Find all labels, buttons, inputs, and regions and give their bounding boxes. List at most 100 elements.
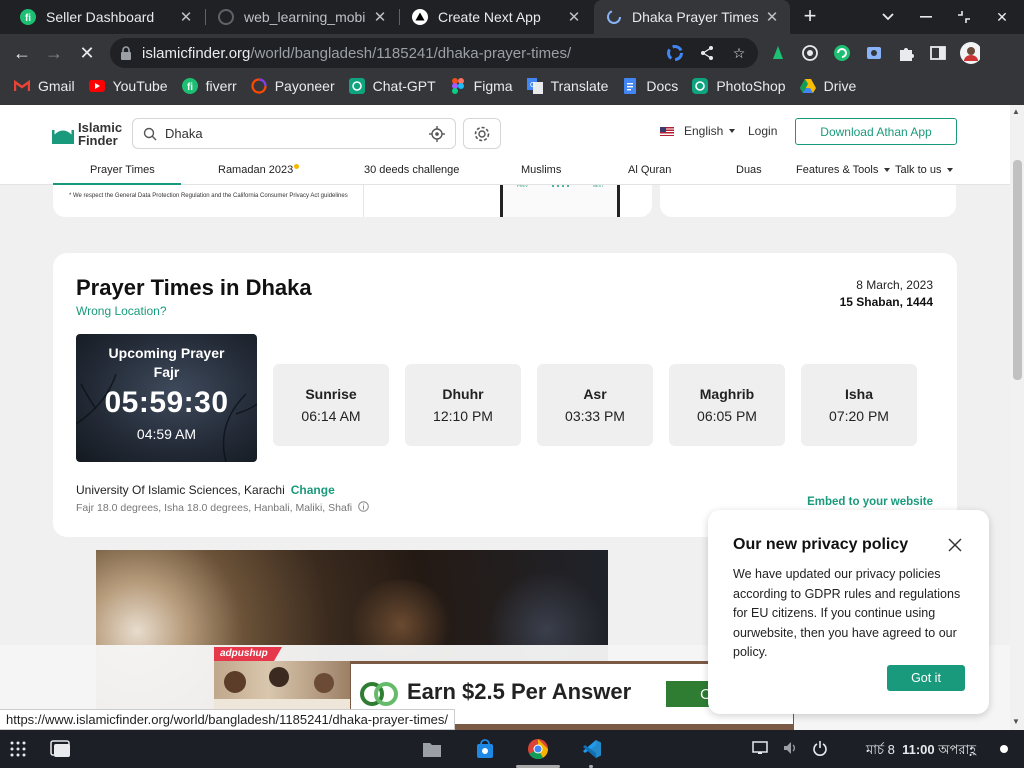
google-lens-icon[interactable] <box>666 44 684 62</box>
language-label: English <box>684 124 724 138</box>
caret-down-icon <box>947 168 954 173</box>
scroll-up-arrow[interactable]: ▲ <box>1012 107 1020 116</box>
close-icon[interactable] <box>946 536 964 554</box>
tab-title: Seller Dashboard <box>46 9 155 25</box>
close-tab-icon[interactable]: ✕ <box>372 8 388 26</box>
language-selector[interactable]: English <box>660 124 736 138</box>
tab-search-button[interactable] <box>870 0 906 34</box>
files-app-icon[interactable] <box>420 737 444 761</box>
login-link[interactable]: Login <box>748 124 777 138</box>
bookmark-docs[interactable]: Docs <box>622 78 678 94</box>
url-text: islamicfinder.org/world/bangladesh/11852… <box>142 45 571 62</box>
close-tab-icon[interactable]: ✕ <box>178 8 194 26</box>
nav-muslims[interactable]: Muslims <box>521 164 561 176</box>
new-tab-button[interactable]: + <box>798 5 822 29</box>
page-scrollbar[interactable]: ▲ ▼ <box>1010 105 1024 730</box>
prayer-time-dhuhr: Dhuhr 12:10 PM <box>405 364 521 446</box>
bookmark-fiverr[interactable]: fi fiverr <box>181 78 237 94</box>
forward-button[interactable]: → <box>42 41 66 65</box>
stop-loading-button[interactable]: ✕ <box>75 41 99 65</box>
vscode-app-icon[interactable] <box>580 737 604 761</box>
screen-capture-icon[interactable] <box>752 740 768 761</box>
nav-prayer-times[interactable]: Prayer Times <box>90 164 155 176</box>
upcoming-prayer-time: 04:59 AM <box>136 426 197 442</box>
location-search[interactable] <box>132 118 456 149</box>
upcoming-prayer-label: Upcoming Prayer <box>108 345 225 361</box>
change-method-link[interactable]: Change <box>291 483 335 497</box>
chrome-app-icon[interactable] <box>526 737 550 761</box>
upcoming-prayer-name: Fajr <box>153 364 180 380</box>
minimize-button[interactable] <box>908 0 944 34</box>
logo-text: Finder <box>78 133 118 148</box>
bookmark-label: Translate <box>550 78 609 94</box>
nav-talk-to-us[interactable]: Talk to us <box>895 164 954 176</box>
nav-30-deeds-challenge[interactable]: 30 deeds challenge <box>364 164 459 176</box>
tab-seller-dashboard[interactable]: fi Seller Dashboard ✕ <box>8 0 204 34</box>
scroll-down-arrow[interactable]: ▼ <box>1012 717 1020 726</box>
islamicfinder-logo[interactable]: Islamic Finder <box>52 121 122 147</box>
nav-ramadan-2023[interactable]: Ramadan 2023 <box>218 164 300 176</box>
download-athan-app-button[interactable]: Download Athan App <box>795 118 957 145</box>
tab-dhaka-prayer-times[interactable]: Dhaka Prayer Times ✕ <box>594 0 790 34</box>
back-button[interactable]: ← <box>10 41 34 65</box>
system-tray[interactable] <box>752 740 828 761</box>
window-switcher-icon[interactable] <box>48 737 72 761</box>
search-input[interactable] <box>165 126 415 141</box>
extension-icon[interactable] <box>800 43 820 63</box>
close-tab-icon[interactable]: ✕ <box>566 8 582 26</box>
extension-icon[interactable] <box>832 43 852 63</box>
screen-recorder-icon[interactable] <box>864 43 884 63</box>
bookmark-drive[interactable]: Drive <box>799 78 856 94</box>
tab-web-learning-mobile[interactable]: web_learning_mobile ✕ <box>206 0 398 34</box>
bookmark-chat-gpt[interactable]: Chat-GPT <box>348 78 436 94</box>
prayer-name: Sunrise <box>305 386 357 402</box>
address-bar[interactable]: islamicfinder.org/world/bangladesh/11852… <box>110 38 758 68</box>
launcher-icon[interactable] <box>6 737 30 761</box>
embed-website-link[interactable]: Embed to your website <box>807 496 933 508</box>
prayer-name: Dhuhr <box>442 386 484 402</box>
locate-me-icon[interactable] <box>429 126 445 147</box>
bookmark-star-icon[interactable]: ☆ <box>730 44 748 62</box>
bookmark-payoneer[interactable]: Payoneer <box>251 78 335 94</box>
hijri-date: 15 Shaban, 1444 <box>839 295 933 309</box>
bookmark-gmail[interactable]: Gmail <box>14 78 75 94</box>
wrong-location-link[interactable]: Wrong Location? <box>76 304 167 318</box>
nav-al-quran[interactable]: Al Quran <box>628 164 671 176</box>
payoneer-icon <box>251 78 267 94</box>
extensions-puzzle-icon[interactable] <box>896 43 916 63</box>
ad-person <box>269 667 289 687</box>
prayer-name: Isha <box>844 386 873 402</box>
system-clock[interactable]: মার্চ 8 11:00 অপরাহ্ণ <box>866 741 976 762</box>
close-tab-icon[interactable]: ✕ <box>764 8 780 26</box>
tab-create-next-app[interactable]: Create Next App ✕ <box>400 0 592 34</box>
settings-button[interactable] <box>463 118 501 149</box>
nav-duas[interactable]: Duas <box>736 164 762 176</box>
got-it-button[interactable]: Got it <box>887 665 965 691</box>
bookmark-translate[interactable]: G Translate <box>526 78 609 94</box>
power-icon[interactable] <box>812 740 828 761</box>
scrollbar-thumb[interactable] <box>1013 160 1022 380</box>
prayer-time: 06:14 AM <box>301 408 361 424</box>
store-app-icon[interactable] <box>473 737 497 761</box>
side-panel-icon[interactable] <box>928 43 948 63</box>
notification-dot[interactable] <box>1000 745 1008 753</box>
prayer-time: 06:05 PM <box>697 408 757 424</box>
ad-person <box>314 673 334 693</box>
info-icon[interactable] <box>358 501 369 515</box>
extension-icon[interactable] <box>768 43 788 63</box>
bookmarks-bar: Gmail YouTube fi fiverr Payoneer Chat-GPT… <box>0 72 1024 100</box>
svg-text:fi: fi <box>187 82 193 93</box>
nav-features-tools[interactable]: Features & Tools <box>796 164 891 176</box>
bookmark-figma[interactable]: Figma <box>450 78 513 94</box>
profile-avatar[interactable] <box>960 42 980 64</box>
prayer-time-asr: Asr 03:33 PM <box>537 364 653 446</box>
bookmark-photoshop[interactable]: PhotoShop <box>692 78 786 94</box>
share-icon[interactable] <box>698 44 716 62</box>
bookmark-label: Payoneer <box>274 78 335 94</box>
clock-date: মার্চ 8 <box>866 742 895 757</box>
restore-button[interactable] <box>946 0 982 34</box>
close-window-button[interactable]: ✕ <box>984 0 1020 34</box>
volume-icon[interactable] <box>782 740 798 761</box>
bookmark-youtube[interactable]: YouTube <box>88 78 168 94</box>
translate-icon: G <box>526 78 543 94</box>
